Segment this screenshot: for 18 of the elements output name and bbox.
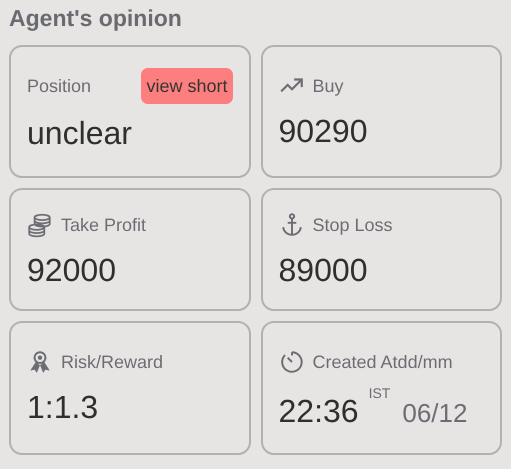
- section-title: Agent's opinion: [9, 4, 182, 33]
- card-label: Created Atdd/mm: [312, 350, 453, 374]
- price-value: 1:1.3: [27, 388, 98, 427]
- date-value: 06/12: [402, 397, 468, 429]
- price-value: 90290: [278, 112, 368, 151]
- card-label: Position: [27, 74, 92, 98]
- card-label: Risk/Reward: [61, 350, 164, 374]
- coins-icon: [27, 212, 53, 238]
- price-value: 89000: [278, 251, 368, 290]
- view-short-button[interactable]: view short: [141, 68, 232, 104]
- timer-icon: [278, 349, 304, 375]
- position-value: unclear: [27, 114, 132, 153]
- card-label: Stop Loss: [312, 214, 393, 237]
- timezone-label: IST: [368, 384, 390, 403]
- price-value: 92000: [27, 251, 116, 290]
- card-label: Take Profit: [61, 214, 146, 236]
- card-label: Buy: [312, 74, 344, 98]
- time-value: 22:36: [278, 392, 359, 431]
